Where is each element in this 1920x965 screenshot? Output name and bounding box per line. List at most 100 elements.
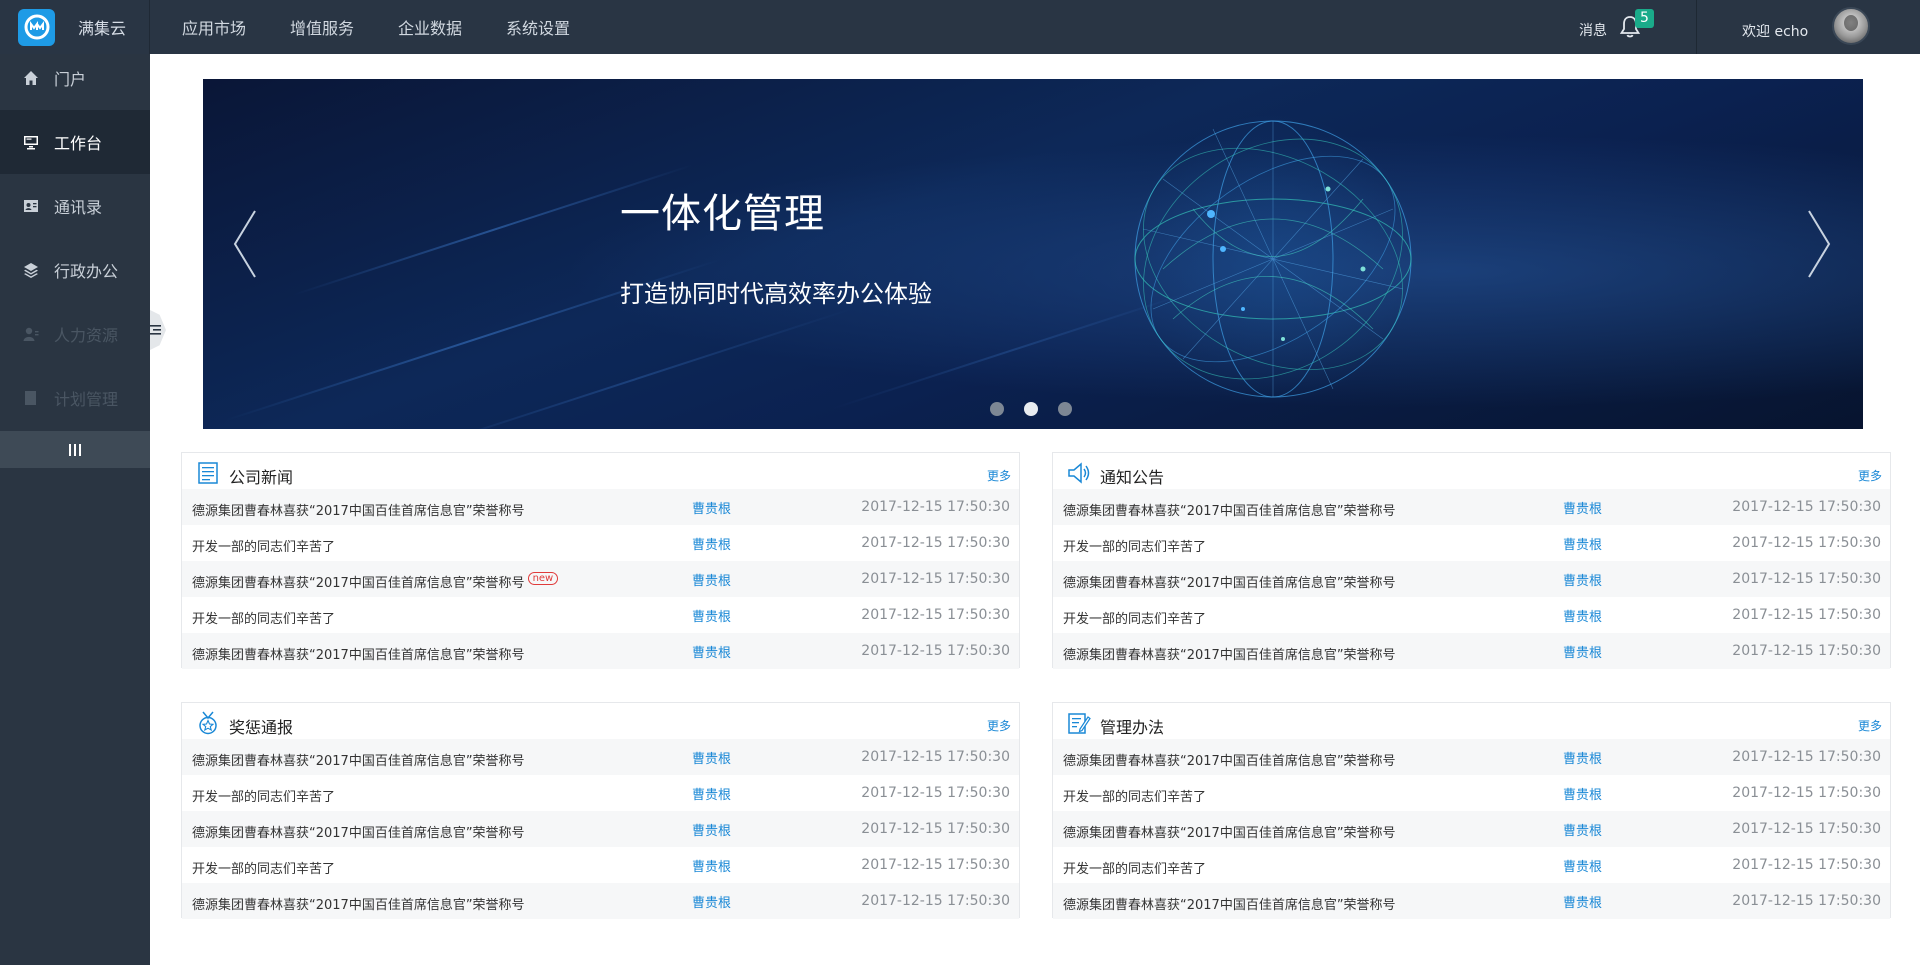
list-item[interactable]: 开发一部的同志们辛苦了 曹贵根 2017-12-15 17:50:30 (1053, 847, 1890, 883)
top-bar: 满集云 应用市场 增值服务 企业数据 系统设置 消息 5 欢迎 echo (0, 0, 1920, 54)
next-arrow-icon[interactable] (1803, 209, 1833, 279)
more-link[interactable]: 更多 (1858, 467, 1882, 484)
item-author[interactable]: 曹贵根 (1563, 606, 1602, 625)
avatar[interactable] (1832, 7, 1870, 45)
nav-system-settings[interactable]: 系统设置 (506, 15, 570, 39)
item-author[interactable]: 曹贵根 (692, 748, 731, 767)
item-title[interactable]: 开发一部的同志们辛苦了 (1063, 786, 1206, 805)
list-item[interactable]: 开发一部的同志们辛苦了 曹贵根 2017-12-15 17:50:30 (1053, 525, 1890, 561)
item-title[interactable]: 德源集团曹春林喜获“2017中国百佳首席信息官”荣誉称号 (192, 500, 525, 519)
list-item[interactable]: 德源集团曹春林喜获“2017中国百佳首席信息官”荣誉称号 曹贵根 2017-12-1… (1053, 739, 1890, 775)
item-author[interactable]: 曹贵根 (692, 498, 731, 517)
more-link[interactable]: 更多 (987, 717, 1011, 734)
item-title[interactable]: 德源集团曹春林喜获“2017中国百佳首席信息官”荣誉称号 (1063, 822, 1396, 841)
list-item[interactable]: 开发一部的同志们辛苦了 曹贵根 2017-12-15 17:50:30 (1053, 597, 1890, 633)
item-title[interactable]: 德源集团曹春林喜获“2017中国百佳首席信息官”荣誉称号 (192, 750, 525, 769)
top-nav: 应用市场 增值服务 企业数据 系统设置 (160, 0, 592, 54)
list-item[interactable]: 德源集团曹春林喜获“2017中国百佳首席信息官”荣誉称号 曹贵根 2017-12-1… (182, 811, 1019, 847)
list-item[interactable]: 德源集团曹春林喜获“2017中国百佳首席信息官”荣誉称号 曹贵根 2017-12-1… (1053, 633, 1890, 669)
item-author[interactable]: 曹贵根 (692, 892, 731, 911)
list-item[interactable]: 德源集团曹春林喜获“2017中国百佳首席信息官”荣誉称号 曹贵根 2017-12-1… (1053, 489, 1890, 525)
sidebar-toggle[interactable] (150, 310, 166, 350)
more-link[interactable]: 更多 (987, 467, 1011, 484)
item-author[interactable]: 曹贵根 (1563, 784, 1602, 803)
logo-icon (18, 8, 55, 46)
item-author[interactable]: 曹贵根 (692, 570, 731, 589)
message-count-badge: 5 (1635, 9, 1654, 28)
sidebar-item-hr[interactable]: 人力资源 (0, 302, 150, 366)
item-time: 2017-12-15 17:50:30 (861, 821, 1010, 837)
item-title[interactable]: 德源集团曹春林喜获“2017中国百佳首席信息官”荣誉称号 (192, 822, 525, 841)
list-item[interactable]: 开发一部的同志们辛苦了 曹贵根 2017-12-15 17:50:30 (182, 847, 1019, 883)
item-title[interactable]: 开发一部的同志们辛苦了 (192, 608, 335, 627)
sidebar-item-workbench[interactable]: 工作台 (0, 110, 150, 174)
item-author[interactable]: 曹贵根 (1563, 498, 1602, 517)
item-author[interactable]: 曹贵根 (1563, 534, 1602, 553)
list-item[interactable]: 德源集团曹春林喜获“2017中国百佳首席信息官”荣誉称号 曹贵根 2017-12-1… (1053, 883, 1890, 919)
carousel-dot-1[interactable] (990, 402, 1004, 416)
item-author[interactable]: 曹贵根 (692, 820, 731, 839)
item-time: 2017-12-15 17:50:30 (861, 607, 1010, 623)
nav-app-market[interactable]: 应用市场 (182, 15, 246, 39)
prev-arrow-icon[interactable] (231, 209, 261, 279)
item-author[interactable]: 曹贵根 (692, 606, 731, 625)
nav-enterprise-data[interactable]: 企业数据 (398, 15, 462, 39)
item-author[interactable]: 曹贵根 (1563, 642, 1602, 661)
sidebar-item-label: 行政办公 (54, 262, 119, 281)
item-title[interactable]: 开发一部的同志们辛苦了 (192, 536, 335, 555)
item-author[interactable]: 曹贵根 (1563, 570, 1602, 589)
more-link[interactable]: 更多 (1858, 717, 1882, 734)
item-author[interactable]: 曹贵根 (692, 534, 731, 553)
list-item[interactable]: 开发一部的同志们辛苦了 曹贵根 2017-12-15 17:50:30 (182, 775, 1019, 811)
sidebar-item-admin-office[interactable]: 行政办公 (0, 238, 150, 302)
sidebar-item-plan[interactable]: 计划管理 (0, 366, 150, 430)
item-author[interactable]: 曹贵根 (692, 784, 731, 803)
nav-value-added[interactable]: 增值服务 (290, 15, 354, 39)
list-item[interactable]: 德源集团曹春林喜获“2017中国百佳首席信息官”荣誉称号 曹贵根 2017-12-1… (182, 489, 1019, 525)
list-item[interactable]: 开发一部的同志们辛苦了 曹贵根 2017-12-15 17:50:30 (182, 525, 1019, 561)
item-author[interactable]: 曹贵根 (1563, 820, 1602, 839)
carousel-dot-3[interactable] (1058, 402, 1072, 416)
item-title[interactable]: 开发一部的同志们辛苦了 (1063, 608, 1206, 627)
item-title[interactable]: 德源集团曹春林喜获“2017中国百佳首席信息官”荣誉称号 (1063, 894, 1396, 913)
item-title[interactable]: 开发一部的同志们辛苦了 (1063, 536, 1206, 555)
panel-header: 管理办法 更多 (1053, 703, 1890, 739)
item-author[interactable]: 曹贵根 (692, 856, 731, 875)
sidebar-item-contacts[interactable]: 通讯录 (0, 174, 150, 238)
item-author[interactable]: 曹贵根 (1563, 892, 1602, 911)
item-title[interactable]: 德源集团曹春林喜获“2017中国百佳首席信息官”荣誉称号 (192, 894, 525, 913)
list-item[interactable]: 德源集团曹春林喜获“2017中国百佳首席信息官”荣誉称号 曹贵根 2017-12-1… (1053, 561, 1890, 597)
item-title[interactable]: 开发一部的同志们辛苦了 (192, 858, 335, 877)
item-author[interactable]: 曹贵根 (1563, 748, 1602, 767)
list-item[interactable]: 开发一部的同志们辛苦了 曹贵根 2017-12-15 17:50:30 (182, 597, 1019, 633)
sidebar-item-label: 工作台 (54, 134, 103, 153)
item-time: 2017-12-15 17:50:30 (861, 571, 1010, 587)
item-title[interactable]: 德源集团曹春林喜获“2017中国百佳首席信息官”荣誉称号 (1063, 572, 1396, 591)
message-label[interactable]: 消息 (1579, 20, 1607, 40)
carousel-dot-2[interactable] (1024, 402, 1038, 416)
item-author[interactable]: 曹贵根 (1563, 856, 1602, 875)
item-title[interactable]: 开发一部的同志们辛苦了 (1063, 858, 1206, 877)
item-title[interactable]: 德源集团曹春林喜获“2017中国百佳首席信息官”荣誉称号 (1063, 644, 1396, 663)
item-time: 2017-12-15 17:50:30 (1732, 499, 1881, 515)
sidebar-item-label: 人力资源 (54, 326, 119, 345)
list-item[interactable]: 德源集团曹春林喜获“2017中国百佳首席信息官”荣誉称号 曹贵根 2017-12-1… (182, 883, 1019, 919)
item-time: 2017-12-15 17:50:30 (1732, 535, 1881, 551)
list-item[interactable]: 德源集团曹春林喜获“2017中国百佳首席信息官”荣誉称号 曹贵根 2017-12-1… (182, 633, 1019, 669)
item-title[interactable]: 德源集团曹春林喜获“2017中国百佳首席信息官”荣誉称号 (1063, 750, 1396, 769)
item-title[interactable]: 德源集团曹春林喜获“2017中国百佳首席信息官”荣誉称号 (1063, 500, 1396, 519)
item-title[interactable]: 德源集团曹春林喜获“2017中国百佳首席信息官”荣誉称号 new (192, 572, 559, 591)
list-item[interactable]: 德源集团曹春林喜获“2017中国百佳首席信息官”荣誉称号 new 曹贵根 2017-1… (182, 561, 1019, 597)
document-icon (22, 389, 40, 407)
list-item[interactable]: 德源集团曹春林喜获“2017中国百佳首席信息官”荣誉称号 曹贵根 2017-12-1… (1053, 811, 1890, 847)
sidebar-item-portal[interactable]: 门户 (0, 46, 150, 110)
item-time: 2017-12-15 17:50:30 (1732, 893, 1881, 909)
collapse-button[interactable] (0, 431, 150, 468)
list-item[interactable]: 德源集团曹春林喜获“2017中国百佳首席信息官”荣誉称号 曹贵根 2017-12-1… (182, 739, 1019, 775)
item-title[interactable]: 开发一部的同志们辛苦了 (192, 786, 335, 805)
item-title[interactable]: 德源集团曹春林喜获“2017中国百佳首席信息官”荣誉称号 (192, 644, 525, 663)
list-item[interactable]: 开发一部的同志们辛苦了 曹贵根 2017-12-15 17:50:30 (1053, 775, 1890, 811)
item-time: 2017-12-15 17:50:30 (1732, 821, 1881, 837)
item-title-text[interactable]: 德源集团曹春林喜获“2017中国百佳首席信息官”荣誉称号 (192, 576, 525, 591)
item-author[interactable]: 曹贵根 (692, 642, 731, 661)
